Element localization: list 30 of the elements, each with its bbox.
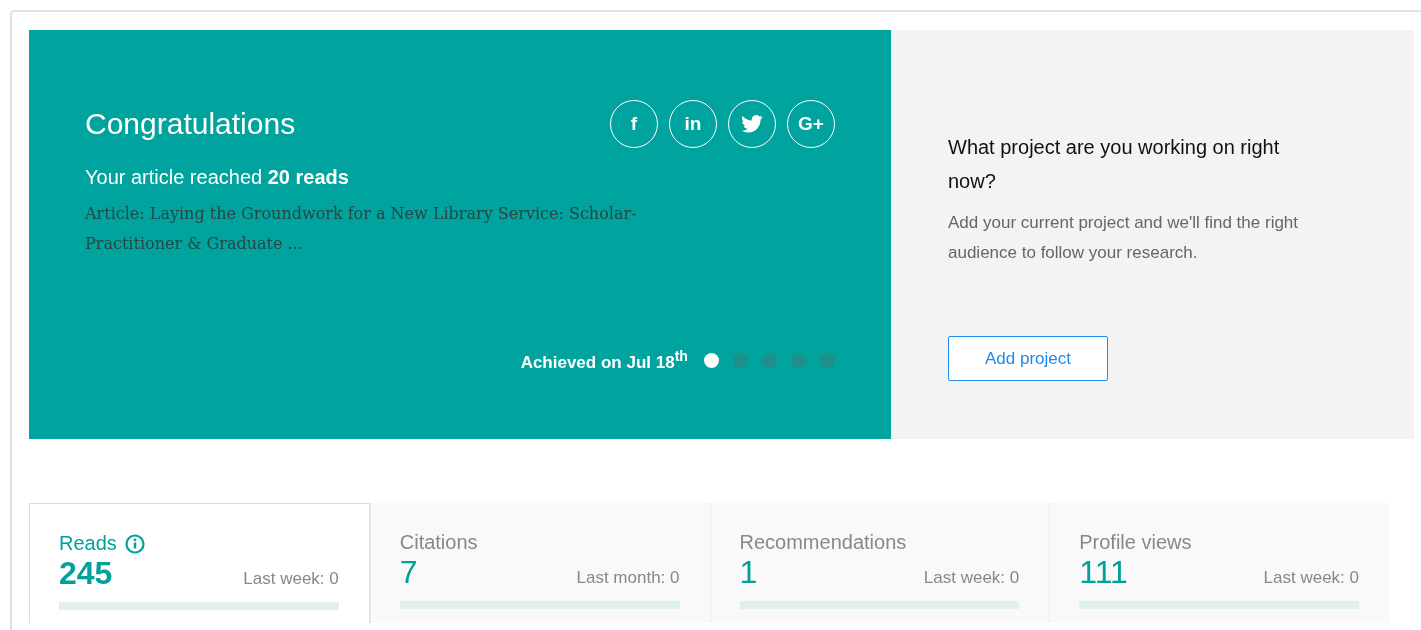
stat-tab[interactable]: Citations 7 Last month: 0: [369, 503, 710, 623]
carousel-dot[interactable]: [704, 353, 719, 369]
article-title: Article: Laying the Groundwork for a New Library Service: Scholar-Practitioner & Graduate ...: [85, 203, 638, 255]
stat-value: 1: [739, 554, 758, 591]
stat-period: Last week: 0: [923, 568, 1020, 588]
add-project-button[interactable]: Add project: [948, 336, 1108, 381]
project-description: Add your current project and we'll find the right audience to follow your research.: [948, 212, 1300, 264]
stat-label: Citations: [399, 531, 478, 554]
bird-icon: [741, 115, 763, 133]
banner-title: Congratulations: [85, 107, 296, 141]
achieved-date: Achieved on Jul 18$^{th}$: [520, 348, 688, 373]
stat-period: Last week: 0: [1263, 568, 1359, 588]
stat-value: 111: [1079, 554, 1128, 591]
info-icon[interactable]: [124, 533, 145, 554]
stat-tab[interactable]: Profile views 111 Last week: 0: [1049, 503, 1389, 623]
stat-label: Reads: [59, 532, 117, 555]
carousel-dot[interactable]: [762, 353, 777, 369]
stat-value: 7: [399, 554, 418, 591]
achievement-headline: Your article reached 20 reads: [85, 166, 350, 189]
project-question: What project are you working on right now?: [948, 135, 1281, 194]
stat-period: Last month: 0: [576, 568, 680, 588]
stat-tab[interactable]: Reads 245 Last week: 0: [29, 503, 370, 623]
stat-value: 245: [59, 555, 113, 592]
stat-label: Profile views: [1079, 531, 1192, 554]
stat-period: Last week: 0: [243, 569, 339, 589]
carousel-dot[interactable]: [820, 353, 835, 369]
carousel-dot[interactable]: [733, 353, 748, 369]
stat-tab[interactable]: Recommendations 1 Last week: 0: [709, 503, 1050, 623]
carousel-dot[interactable]: [791, 353, 806, 369]
stat-label: Recommendations: [739, 531, 907, 554]
